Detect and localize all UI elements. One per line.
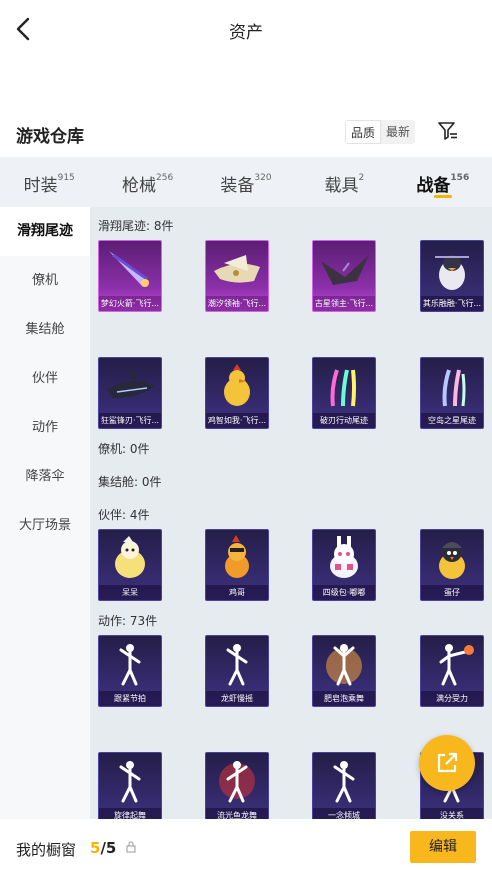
item-name: 跟紧节拍 <box>99 691 161 706</box>
item-name: 满分受力 <box>421 691 483 706</box>
top-bar: 资产 <box>0 0 492 60</box>
penguin-helmet-icon <box>439 542 465 579</box>
warehouse-header: 游戏仓库 品质 最新 <box>0 118 492 154</box>
sidebar-item-parachute[interactable]: 降落伞 <box>0 452 90 501</box>
item-name: 旋律起舞 <box>99 808 161 819</box>
partners-item-card[interactable]: 鸡哥 <box>205 529 269 601</box>
item-name: 其乐融融·飞行... <box>421 296 483 311</box>
ship-icon <box>214 255 260 283</box>
sidebar-item-assembly-pod[interactable]: 集结舱 <box>0 305 90 354</box>
item-name: 空岛之星尾迹 <box>421 413 483 428</box>
dancer-flame-icon <box>439 644 474 686</box>
partners-item-card[interactable]: 蛋仔 <box>420 529 484 601</box>
item-name: 狂鲨锋刃·飞行... <box>99 413 161 428</box>
sort-quality-button[interactable]: 品质 <box>345 120 382 144</box>
item-name: 梦幻火箭·飞行... <box>99 296 161 311</box>
chicken-icon <box>224 364 250 406</box>
item-name: 潮汐领袖·飞行... <box>206 296 268 311</box>
item-name: 呆呆 <box>99 585 161 600</box>
sort-latest-button[interactable]: 最新 <box>381 120 415 144</box>
showcase-bar: 我的橱窗 5/5 编辑 <box>0 819 492 876</box>
item-name: 古星领主·飞行... <box>313 296 375 311</box>
section-label-wingman: 僚机: 0件 <box>98 442 150 456</box>
emotes-item-card[interactable]: 旋律起舞 <box>98 752 162 819</box>
edit-button[interactable]: 编辑 <box>410 831 476 863</box>
glide-item-card[interactable]: 古星领主·飞行... <box>312 240 376 312</box>
tab-equipment[interactable]: 装备320 <box>197 157 295 207</box>
tab-guns[interactable]: 枪械256 <box>98 157 196 207</box>
sidebar-item-glide-trail[interactable]: 滑翔尾迹 <box>0 207 90 256</box>
share-button[interactable] <box>419 735 475 791</box>
emotes-item-card[interactable]: 一念倾城 <box>312 752 376 819</box>
item-grid: 滑翔尾迹: 8件 僚机: 0件 集结舱: 0件 伙伴: 4件 动作: 73件 梦… <box>90 207 492 819</box>
dark-wing-icon <box>321 255 369 285</box>
emotes-item-card[interactable]: 跟紧节拍 <box>98 635 162 707</box>
active-tab-indicator <box>433 195 452 198</box>
glide-item-card[interactable]: 鸡智如我·飞行... <box>205 357 269 429</box>
glide-item-card[interactable]: 空岛之星尾迹 <box>420 357 484 429</box>
emotes-item-card[interactable]: 流光鱼龙舞 <box>205 752 269 819</box>
tab-vehicles[interactable]: 载具2 <box>295 157 393 207</box>
dancer-icon <box>119 644 141 686</box>
item-name: 四级包·嘟嘟 <box>313 585 375 600</box>
shark-icon <box>107 366 155 398</box>
showcase-count: 5/5 <box>90 839 117 857</box>
item-name: 没关系 <box>421 808 483 819</box>
dancer-icon <box>226 644 248 686</box>
item-name: 一念倾城 <box>313 808 375 819</box>
emotes-item-card[interactable]: 满分受力 <box>420 635 484 707</box>
sidebar-item-partner[interactable]: 伙伴 <box>0 354 90 403</box>
showcase-label: 我的橱窗 <box>16 841 77 859</box>
emotes-item-card[interactable]: 龙虾慢摇 <box>205 635 269 707</box>
glide-item-card[interactable]: 破刃行动尾迹 <box>312 357 376 429</box>
sidebar-item-wingman[interactable]: 僚机 <box>0 256 90 305</box>
item-name: 鸡哥 <box>206 585 268 600</box>
item-name: 鸡智如我·飞行... <box>206 413 268 428</box>
item-name: 龙虾慢摇 <box>206 691 268 706</box>
sidebar-item-lobby-scene[interactable]: 大厅场景 <box>0 501 90 550</box>
item-name: 流光鱼龙舞 <box>206 808 268 819</box>
rooster-icon <box>225 535 249 578</box>
filter-icon[interactable] <box>437 120 459 142</box>
dancer-icon <box>333 761 355 803</box>
section-label-pod: 集结舱: 0件 <box>98 475 162 489</box>
item-name: 蛋仔 <box>421 585 483 600</box>
bunny-robot-icon <box>330 536 358 578</box>
glide-item-card[interactable]: 潮汐领袖·飞行... <box>205 240 269 312</box>
trail-rainbow-icon <box>330 369 356 407</box>
sort-toggle: 品质 最新 <box>345 120 416 144</box>
sidebar-item-emote[interactable]: 动作 <box>0 403 90 452</box>
glide-item-card[interactable]: 其乐融融·飞行... <box>420 240 484 312</box>
sidebar: 滑翔尾迹 僚机 集结舱 伙伴 动作 降落伞 大厅场景 <box>0 207 90 819</box>
trail-pastel-icon <box>442 369 466 407</box>
chick-icon <box>115 536 145 578</box>
glide-item-card[interactable]: 狂鲨锋刃·飞行... <box>98 357 162 429</box>
category-tabs: 时装915 枪械256 装备320 载具2 战备156 <box>0 157 492 207</box>
emotes-item-card[interactable]: 肥皂泡乘舞 <box>312 635 376 707</box>
tab-fashion[interactable]: 时装915 <box>0 157 98 207</box>
item-name: 肥皂泡乘舞 <box>313 691 375 706</box>
section-label-partner: 伙伴: 4件 <box>98 508 150 522</box>
tab-readiness[interactable]: 战备156 <box>394 157 492 207</box>
external-link-icon <box>437 752 458 773</box>
rocket-icon <box>109 251 149 287</box>
partners-item-card[interactable]: 呆呆 <box>98 529 162 601</box>
glide-item-card[interactable]: 梦幻火箭·飞行... <box>98 240 162 312</box>
dancer-red-icon <box>219 761 255 803</box>
lock-icon <box>126 841 136 853</box>
page-title: 资产 <box>229 23 263 43</box>
dancer-icon <box>119 761 141 803</box>
penguin-icon <box>435 255 469 290</box>
section-label-emote: 动作: 73件 <box>98 614 158 628</box>
section-label-glide: 滑翔尾迹: 8件 <box>98 219 174 233</box>
warehouse-title: 游戏仓库 <box>16 127 84 147</box>
partners-item-card[interactable]: 四级包·嘟嘟 <box>312 529 376 601</box>
dancer-gold-icon <box>326 644 362 686</box>
item-name: 破刃行动尾迹 <box>313 413 375 428</box>
